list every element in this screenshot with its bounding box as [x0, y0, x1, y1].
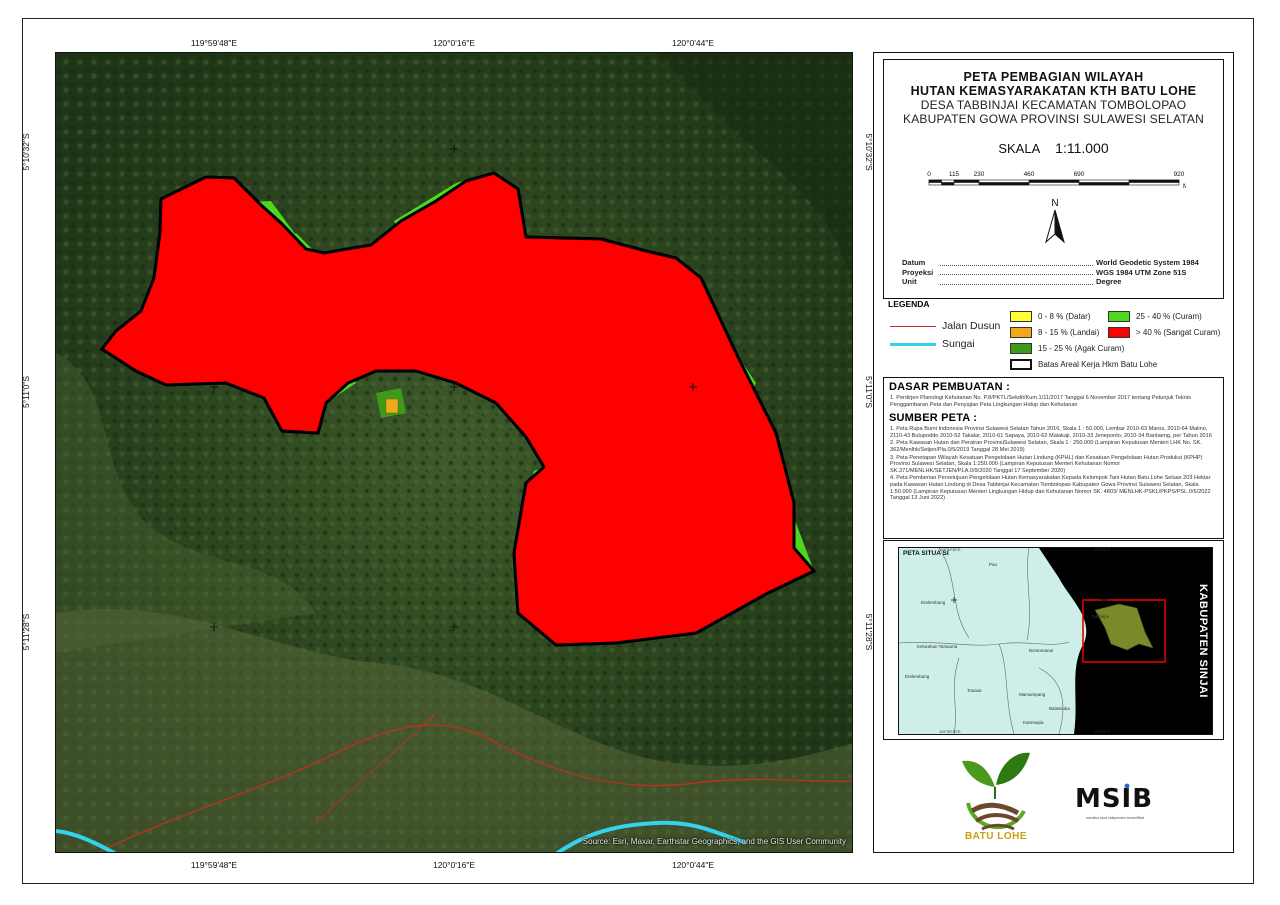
scale-tick-3: 460 — [1024, 171, 1035, 178]
legend-sungai: Sungai — [890, 338, 975, 350]
swatch-light-green — [1108, 311, 1130, 322]
scale-tick-4: 690 — [1074, 171, 1085, 178]
legend-slope-gt-40: > 40 % (Sangat Curam) — [1108, 327, 1220, 338]
sumber-item-4: 4. Peta Pemberian Persetujuan Pengelolaa… — [890, 475, 1211, 502]
map-subtitle-line1: DESA TABBINJAI KECAMATAN TOMBOLOPAO — [920, 98, 1187, 112]
legend: Jalan Dusun Sungai 0 - 8 % (Datar) 8 - 1… — [884, 311, 1225, 379]
title-box: PETA PEMBAGIAN WILAYAH HUTAN KEMASYARAKA… — [883, 59, 1224, 299]
map-attribution: Source: Esri, Maxar, Earthstar Geographi… — [582, 837, 846, 846]
legend-batas: Batas Areal Kerja Hkm Batu Lohe — [1010, 359, 1157, 370]
meta-proyeksi: Proyeksi WGS 1984 UTM Zone 51S — [902, 267, 1187, 277]
coord-bottom-2: 120°0'16"E — [432, 860, 476, 870]
map-canvas — [56, 53, 852, 852]
msib-logo-text: MSIB — [1075, 784, 1153, 814]
sumber-heading: SUMBER PETA : — [889, 412, 978, 425]
scale-label: SKALA — [998, 141, 1040, 156]
scale-tick-2: 230 — [974, 171, 985, 178]
coord-left-1: 5°10'32"S — [21, 133, 31, 171]
meta-datum: Datum World Geodetic System 1984 — [902, 258, 1199, 267]
legend-title: LEGENDA — [888, 299, 930, 309]
north-label: N — [1051, 198, 1058, 209]
road-line-icon — [890, 325, 936, 327]
scale-row: SKALA 1:11.000 — [884, 140, 1223, 156]
msib-logo-caption: merdeka studi independen bersertifikat — [1085, 816, 1145, 820]
dasar-heading: DASAR PEMBUATAN : — [889, 381, 1010, 393]
sumber-item-1: 1. Peta Rupa Bumi Indonesia Provinsi Sul… — [890, 426, 1212, 439]
scale-value: 1:11.000 — [1055, 140, 1109, 156]
coord-bottom-1: 119°59'48"E — [190, 860, 238, 870]
dasar-body: 1. Perdirjen Planologi Kehutanan No. P.8… — [890, 395, 1215, 408]
main-map[interactable]: Source: Esri, Maxar, Earthstar Geographi… — [55, 52, 853, 853]
inset-box: PETA SITUA SI Pao Erelembang Kelurahan T… — [883, 540, 1224, 740]
coord-left-2: 5°11'0"S — [21, 376, 31, 408]
batu-lohe-logo-text: BATU LOHE — [964, 831, 1028, 842]
msib-logo-icon: MSIB — [1075, 783, 1153, 814]
inset-kabupaten-label: KABUPATEN SINJAI — [1197, 584, 1209, 698]
scale-tick-1: 115 — [949, 171, 960, 178]
river-line-icon — [890, 342, 936, 346]
sources-box: DASAR PEMBUATAN : 1. Perdirjen Planologi… — [883, 377, 1224, 539]
swatch-dark-green — [1010, 343, 1032, 354]
swatch-red — [1108, 327, 1130, 338]
legend-slope-15-25: 15 - 25 % (Agak Curam) — [1010, 343, 1124, 354]
north-arrow-icon: N — [1045, 198, 1065, 244]
map-title-line1: PETA PEMBAGIAN WILAYAH — [963, 70, 1144, 84]
coord-top-3: 120°0'44"E — [671, 38, 715, 48]
scale-bar: 0 115 230 460 690 920 M — [927, 171, 1186, 190]
projection-info: Datum World Geodetic System 1984 Proyeksi… — [902, 258, 1214, 287]
swatch-yellow — [1010, 311, 1032, 322]
swatch-boundary — [1010, 359, 1032, 370]
scale-tick-5: 920 — [1174, 171, 1185, 178]
map-subtitle-line2: KABUPATEN GOWA PROVINSI SULAWESI SELATAN — [903, 112, 1204, 126]
coord-left-3: 5°11'28"S — [21, 613, 31, 651]
swatch-orange — [1010, 327, 1032, 338]
meta-unit: Unit Degree — [902, 277, 1122, 286]
legend-slope-8-15: 8 - 15 % (Landai) — [1010, 327, 1099, 338]
legend-slope-0-8: 0 - 8 % (Datar) — [1010, 311, 1090, 322]
sumber-body: 1. Peta Rupa Bumi Indonesia Provinsi Sul… — [890, 426, 1215, 502]
coord-top-2: 120°0'16"E — [432, 38, 476, 48]
legend-slope-25-40: 25 - 40 % (Curam) — [1108, 311, 1202, 322]
legend-jalan-dusun: Jalan Dusun — [890, 320, 1000, 332]
dasar-item-1: 1. Perdirjen Planologi Kehutanan No. P.8… — [890, 395, 1191, 408]
inset-map[interactable]: PETA SITUA SI Pao Erelembang Kelurahan T… — [898, 547, 1213, 735]
sumber-item-2: 2. Peta Kawasan Hutan dan Perairan Provi… — [890, 440, 1202, 453]
sumber-item-3: 3. Peta Penetapan Wilayah Kesatuan Penge… — [890, 454, 1203, 474]
batu-lohe-logo-icon — [962, 752, 1030, 831]
scale-unit: M — [1183, 183, 1186, 190]
map-title-line2: HUTAN KEMASYARAKATAN KTH BATU LOHE — [910, 84, 1197, 98]
coord-top-1: 119°59'48"E — [190, 38, 238, 48]
legend-panel: PETA PEMBAGIAN WILAYAH HUTAN KEMASYARAKA… — [873, 52, 1234, 853]
scale-tick-0: 0 — [927, 171, 931, 178]
coord-bottom-3: 120°0'44"E — [671, 860, 715, 870]
